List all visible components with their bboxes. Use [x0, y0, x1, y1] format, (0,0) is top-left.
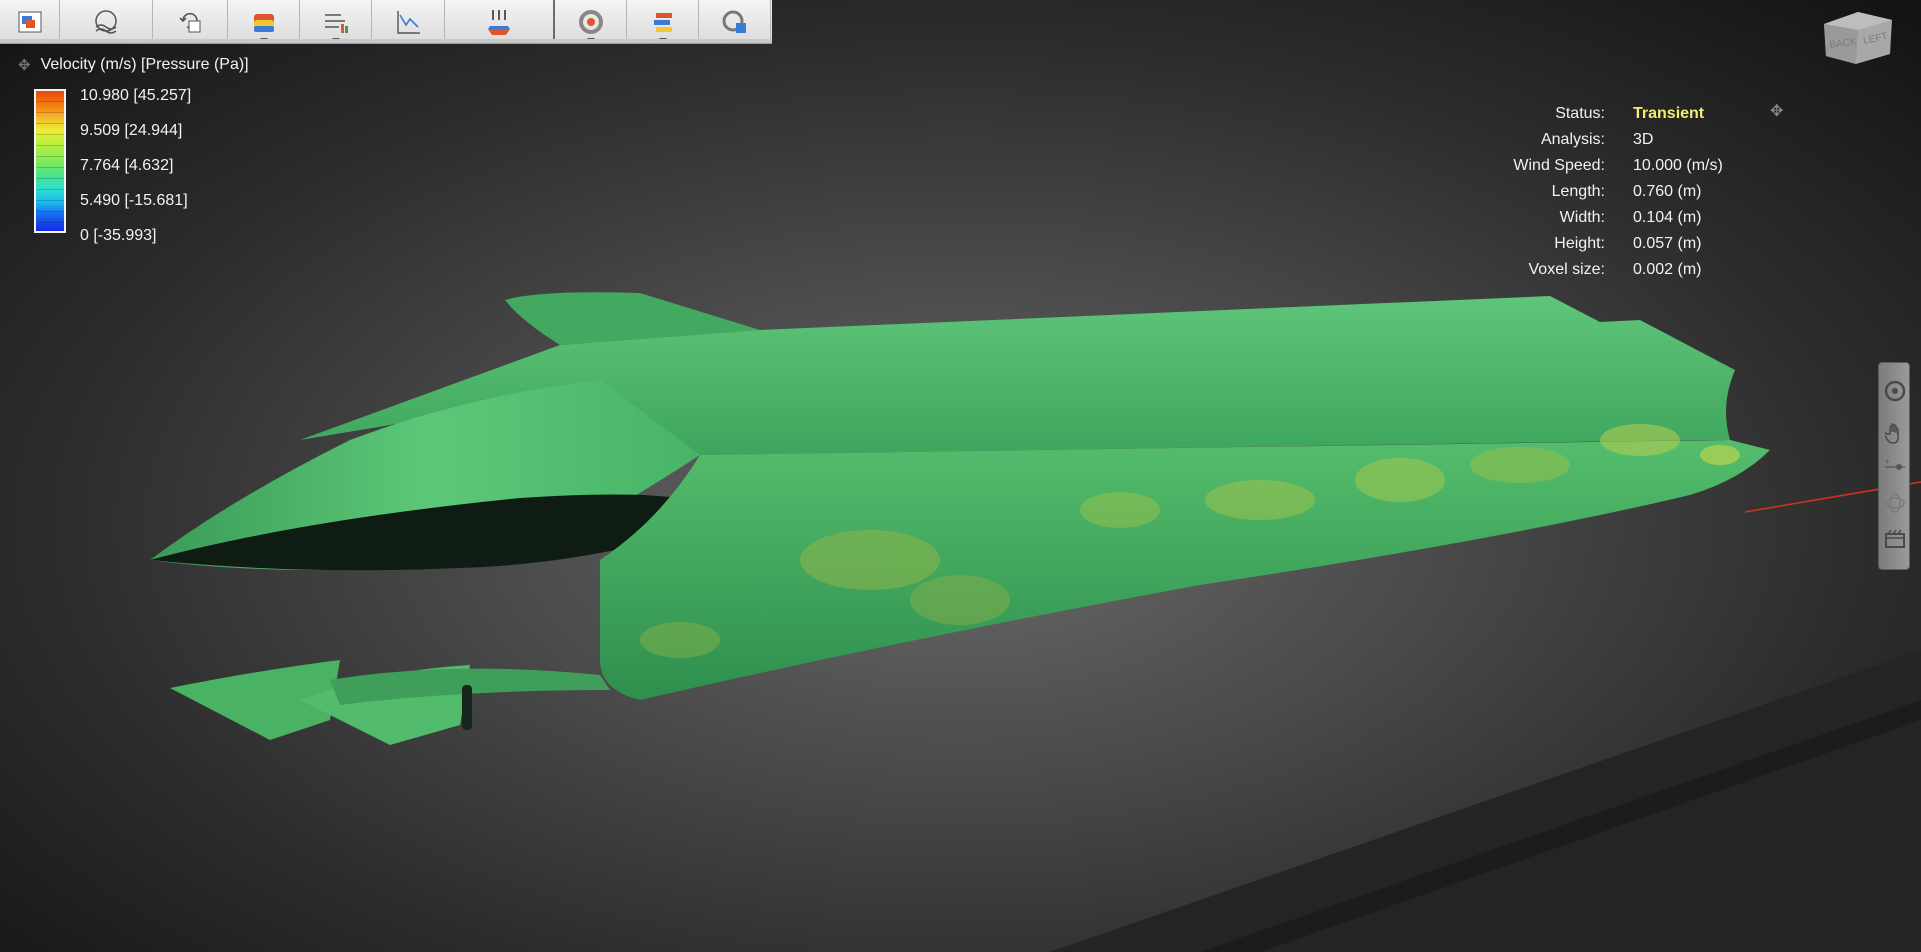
color-legend: ✥ Velocity (m/s) [Pressure (Pa)] 10.980 … — [18, 56, 249, 244]
info-value: 10.000 (m/s) — [1633, 157, 1723, 174]
legend-header: ✥ Velocity (m/s) [Pressure (Pa)] — [18, 56, 249, 74]
info-label: Wind Speed: — [1513, 157, 1605, 174]
zoom-slider[interactable]: + — [1879, 451, 1911, 483]
orbit-icon — [1885, 493, 1905, 513]
move-handle-icon[interactable]: ✥ — [18, 58, 31, 73]
info-value: 0.760 (m) — [1633, 183, 1702, 200]
flow-wave-icon — [95, 9, 117, 34]
legend-labels: 10.980 [45.257] 9.509 [24.944] 7.764 [4.… — [80, 86, 191, 261]
info-row-width: Width: 0.104 (m) — [1480, 205, 1753, 231]
info-value: 0.057 (m) — [1633, 235, 1702, 252]
status-value: Transient — [1633, 105, 1705, 122]
info-label: Width: — [1559, 209, 1605, 226]
film-icon — [1885, 529, 1905, 548]
view-cube[interactable]: BACK LEFT — [1818, 6, 1896, 68]
toolbar-strip — [0, 39, 772, 43]
analysis-info-panel: Status: Transient Analysis: 3D Wind Spee… — [1480, 101, 1753, 283]
navigation-bar: + — [1878, 362, 1910, 570]
info-label: Status: — [1555, 105, 1605, 122]
legend-label: 5.490 [-15.681] — [80, 192, 188, 209]
info-row-length: Length: 0.760 (m) — [1480, 179, 1753, 205]
pan-button[interactable] — [1879, 417, 1911, 449]
surface-results-button[interactable] — [228, 0, 300, 43]
layers-button[interactable] — [627, 0, 699, 43]
zoom-slider-icon: + — [1885, 457, 1905, 470]
steering-wheel-icon — [1884, 380, 1906, 402]
film-button[interactable] — [1879, 523, 1911, 555]
toolbar — [0, 0, 772, 44]
info-label: Length: — [1551, 183, 1605, 200]
legend-label: 7.764 [4.632] — [80, 157, 174, 174]
info-label: Voxel size: — [1528, 261, 1605, 278]
target-settings-button[interactable] — [555, 0, 627, 43]
force-plot-button[interactable] — [372, 0, 445, 43]
info-row-status: Status: Transient — [1480, 101, 1753, 127]
legend-label: 9.509 [24.944] — [80, 122, 183, 139]
streamlines-icon — [324, 13, 348, 33]
target-settings-icon — [578, 9, 603, 34]
model-propeller — [462, 685, 472, 730]
capture-view-icon — [722, 10, 746, 33]
force-plot-icon — [397, 10, 420, 34]
flow-plane-button[interactable] — [445, 0, 555, 43]
info-label: Height: — [1554, 235, 1605, 252]
info-row-analysis: Analysis: 3D — [1480, 127, 1753, 153]
orbit-button[interactable] — [1879, 487, 1911, 519]
surface-results-icon — [253, 13, 274, 32]
info-value: 3D — [1633, 131, 1654, 148]
ground-plane — [1050, 650, 1921, 952]
steering-wheel-button[interactable] — [1879, 375, 1911, 407]
legend-title: Velocity (m/s) [Pressure (Pa)] — [40, 56, 249, 73]
legend-label: 10.980 [45.257] — [80, 87, 192, 104]
legend-label: 0 [-35.993] — [80, 227, 157, 244]
layers-icon — [653, 12, 672, 32]
flow-button[interactable] — [60, 0, 153, 43]
info-label: Analysis: — [1540, 131, 1605, 148]
flow-plane-icon — [488, 9, 510, 35]
pan-hand-icon — [1885, 423, 1899, 444]
display-settings-icon — [18, 11, 41, 32]
info-value: 0.104 (m) — [1633, 209, 1702, 226]
info-value: 0.002 (m) — [1633, 261, 1702, 278]
legend-color-bar — [34, 89, 66, 233]
move-handle-icon[interactable]: ✥ — [1770, 101, 1783, 121]
svg-text:+: + — [1885, 457, 1890, 466]
info-row-height: Height: 0.057 (m) — [1480, 231, 1753, 257]
info-row-wind-speed: Wind Speed: 10.000 (m/s) — [1480, 153, 1753, 179]
model-hull — [600, 440, 1770, 700]
info-row-voxel-size: Voxel size: 0.002 (m) — [1480, 257, 1753, 283]
rotate-object-icon — [179, 12, 201, 32]
display-settings-button[interactable] — [0, 0, 60, 43]
rotate-object-button[interactable] — [153, 0, 228, 43]
capture-view-button[interactable] — [699, 0, 771, 43]
streamlines-button[interactable] — [300, 0, 372, 43]
